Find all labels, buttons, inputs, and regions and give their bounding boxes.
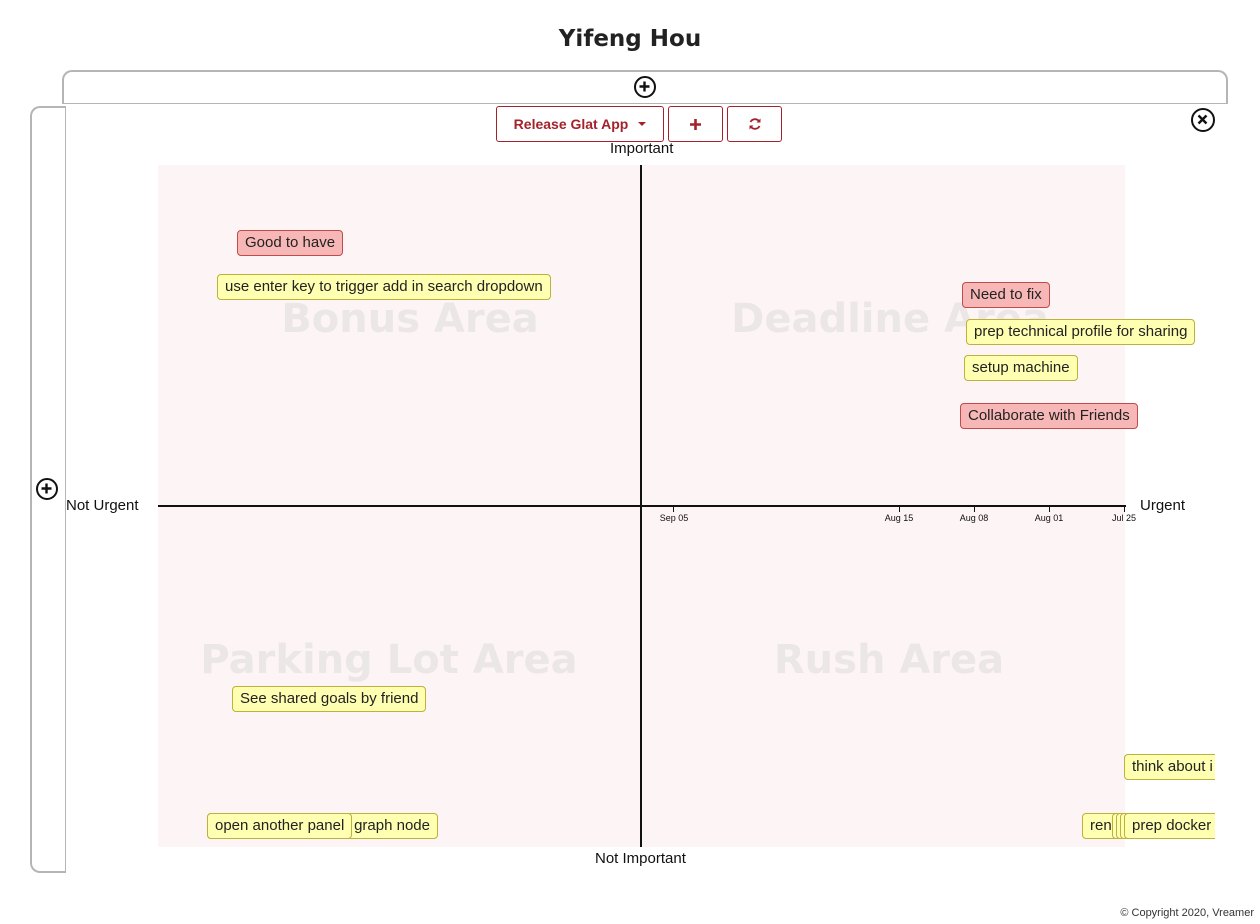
task-cards-layer: Good to have use enter key to trigger ad… bbox=[0, 0, 1215, 924]
task-card-need-to-fix[interactable]: Need to fix bbox=[962, 282, 1050, 308]
task-card-prep-docker[interactable]: prep docker bbox=[1124, 813, 1215, 839]
task-card-collaborate[interactable]: Collaborate with Friends bbox=[960, 403, 1138, 429]
task-card-prep-profile[interactable]: prep technical profile for sharing bbox=[966, 319, 1196, 345]
task-card-setup-machine[interactable]: setup machine bbox=[964, 355, 1078, 381]
task-card-another-panel[interactable]: open another panel bbox=[207, 813, 353, 839]
task-card-good-to-have[interactable]: Good to have bbox=[237, 230, 344, 256]
task-card-enter-key[interactable]: use enter key to trigger add in search d… bbox=[217, 274, 551, 300]
task-card-shared-goals[interactable]: See shared goals by friend bbox=[232, 686, 427, 712]
task-card-think-about[interactable]: think about i bbox=[1124, 754, 1215, 780]
copyright-text: © Copyright 2020, Vreamer bbox=[1120, 907, 1254, 919]
task-card-graph-node-label: graph node bbox=[354, 817, 430, 834]
